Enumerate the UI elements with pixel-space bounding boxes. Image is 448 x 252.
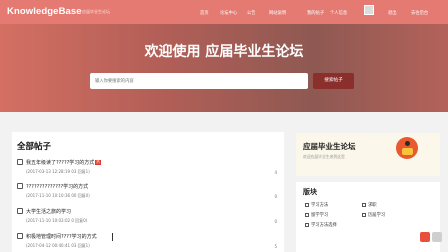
post-title[interactable]: 积极地管理时间????学习的方式	[26, 233, 97, 240]
nav-home[interactable]: 首页	[200, 10, 209, 16]
search-input[interactable]	[90, 73, 308, 89]
post-title-text: 我五年级读了?????学习的方式	[26, 160, 95, 166]
nav-announcement[interactable]: 公告	[247, 10, 256, 16]
post-icon	[17, 159, 23, 165]
post-meta: (2017-11-10 10:10:36 00 回复0)	[26, 193, 90, 198]
post-title[interactable]: ??????????????学习的方式	[26, 183, 88, 190]
board-item-label: 学习方法选择	[311, 223, 337, 228]
board-list-card: 版块 学习方法 求职 留学学习 历届学习 学习方法选择	[296, 182, 440, 252]
post-like-count: 0	[274, 219, 277, 224]
forum-card-title: 应届毕业生论坛	[303, 142, 356, 151]
board-item[interactable]: 历届学习	[362, 212, 385, 218]
nav-forum-center[interactable]: 论坛中心	[220, 10, 237, 16]
all-posts-panel: 全部帖子 我五年级读了?????学习的方式热 (2017-03-13 12:28…	[12, 132, 284, 252]
board-item[interactable]: 学习方法选择	[305, 222, 337, 228]
post-title[interactable]: 大学生活之旅的学习	[26, 208, 71, 215]
mascot-body-icon	[402, 148, 413, 155]
board-item[interactable]: 求职	[362, 202, 377, 208]
board-item-label: 学习方法	[311, 203, 329, 208]
hero-banner: 欢迎使用 应届毕业生论坛 搜索帖子	[0, 24, 448, 112]
search-button[interactable]: 搜索帖子	[313, 73, 354, 89]
board-item-label: 求职	[368, 203, 377, 208]
hero-title: 欢迎使用 应届毕业生论坛	[144, 44, 304, 60]
input-method-icon[interactable]	[420, 232, 430, 242]
brand-logo[interactable]: KnowledgeBase	[7, 6, 82, 17]
post-meta: (2017-11-10 10:03:02 0 回复0)	[26, 218, 88, 223]
nav-admin[interactable]: 去往后台	[411, 10, 428, 16]
board-icon	[305, 202, 309, 207]
board-item[interactable]: 学习方法	[305, 202, 328, 208]
post-meta: (2017-03-13 12:28:19 03 回复1)	[26, 169, 90, 174]
text-cursor	[112, 233, 113, 241]
mascot-head-icon	[405, 141, 410, 146]
post-title[interactable]: 我五年级读了?????学习的方式热	[26, 159, 101, 166]
avatar[interactable]	[364, 5, 374, 15]
post-icon	[17, 208, 23, 214]
board-item[interactable]: 留学学习	[305, 212, 328, 218]
brand-subtitle: 应届毕业生论坛	[82, 9, 110, 14]
board-icon	[305, 222, 309, 227]
post-like-count: 4	[274, 170, 277, 175]
board-title: 版块	[303, 188, 317, 196]
nav-my-posts[interactable]: 我的帖子	[307, 10, 324, 16]
post-meta: (2017-04-12 00:40:41 03 回复1)	[26, 243, 90, 248]
nav-profile[interactable]: 个人信息	[330, 10, 347, 16]
hot-badge: 热	[95, 160, 101, 165]
board-icon	[305, 212, 309, 217]
board-icon	[362, 202, 366, 207]
forum-card-description: 欢迎应届毕业生来到这里	[303, 154, 345, 159]
post-like-count: 0	[274, 194, 277, 199]
section-title: 全部帖子	[17, 142, 52, 152]
top-navigation-bar: KnowledgeBase 应届毕业生论坛 首页 论坛中心 公告 网站说明 我的…	[0, 0, 448, 24]
board-icon	[362, 212, 366, 217]
post-icon	[17, 233, 23, 239]
search-box	[90, 73, 308, 89]
tool-icon[interactable]	[432, 232, 442, 242]
board-item-label: 留学学习	[311, 213, 329, 218]
board-item-label: 历届学习	[368, 213, 386, 218]
nav-logout[interactable]: 退出	[388, 10, 397, 16]
post-icon	[17, 183, 23, 189]
post-like-count: 5	[274, 244, 277, 249]
forum-intro-card: 应届毕业生论坛 欢迎应届毕业生来到这里	[296, 133, 440, 176]
nav-site-info[interactable]: 网站说明	[269, 10, 286, 16]
